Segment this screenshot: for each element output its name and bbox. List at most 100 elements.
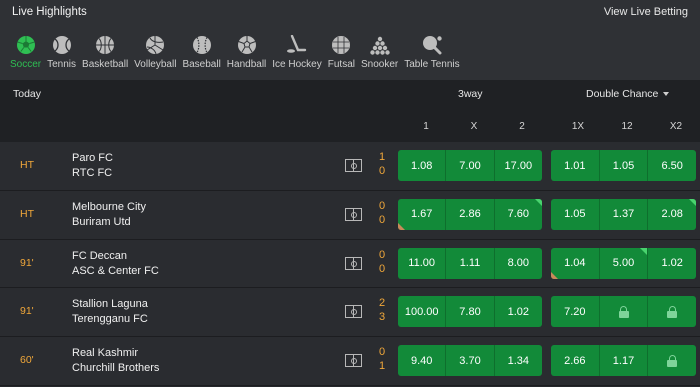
odds-x-button[interactable]: 3.70: [446, 345, 495, 377]
odds-value: 8.00: [507, 257, 530, 270]
sport-tab-table-tennis[interactable]: Table Tennis: [404, 24, 460, 70]
odds-value: 9.40: [410, 354, 433, 367]
sport-tab-soccer[interactable]: Soccer: [10, 24, 41, 70]
match-row: HT Melbourne City Buriram Utd 0 0 1.67 2.86 7.6…: [0, 190, 700, 240]
match-time: 91': [20, 256, 34, 269]
odds-1x-button[interactable]: 1.04: [551, 247, 600, 279]
sport-tab-futsal[interactable]: Futsal: [328, 24, 355, 70]
home-score: 0: [378, 346, 386, 359]
col-header-x2: X2: [669, 121, 683, 132]
sport-tab-label: Tennis: [47, 59, 77, 70]
odds-value: 1.37: [612, 208, 635, 221]
odds-x-button[interactable]: 2.86: [446, 198, 495, 230]
odds-x2-button[interactable]: 1.02: [648, 247, 696, 279]
home-team[interactable]: Paro FC: [72, 152, 113, 164]
volleyball-icon: [144, 34, 166, 56]
double-chance-dropdown[interactable]: Double Chance: [586, 88, 670, 100]
match-time: 60': [20, 354, 34, 367]
odds-value: 7.00: [459, 159, 481, 172]
odds-12-button[interactable]: 1.17: [599, 345, 649, 377]
home-team[interactable]: Stallion Laguna: [72, 298, 148, 310]
home-score: 0: [378, 248, 386, 261]
sport-tab-label: Volleyball: [134, 59, 177, 70]
away-team[interactable]: ASC & Center FC: [72, 265, 159, 277]
three-way-odds: 100.00 7.80 1.02: [398, 296, 542, 328]
sport-tab-basketball[interactable]: Basketball: [82, 24, 128, 70]
view-live-betting-link[interactable]: View Live Betting: [604, 6, 688, 18]
odds-1-button[interactable]: 100.00: [398, 296, 447, 328]
sport-tab-tennis[interactable]: Tennis: [47, 24, 76, 70]
odds-2-button[interactable]: 8.00: [494, 247, 542, 279]
odds-12-button[interactable]: 1.37: [599, 198, 649, 230]
home-team[interactable]: Real Kashmir: [72, 347, 138, 359]
home-team[interactable]: Melbourne City: [72, 201, 146, 213]
odds-value: 100.00: [404, 305, 439, 318]
away-score: 0: [378, 165, 386, 177]
odds-x2-button[interactable]: [648, 345, 696, 377]
away-team[interactable]: Terengganu FC: [72, 313, 148, 325]
three-way-odds: 1.67 2.86 7.60: [398, 198, 542, 230]
sport-tab-handball[interactable]: Handball: [227, 24, 266, 70]
away-team[interactable]: RTC FC: [72, 167, 112, 179]
odds-1-button[interactable]: 1.67: [398, 198, 447, 230]
odds-x2-button[interactable]: 2.08: [648, 198, 696, 230]
match-tracker-icon[interactable]: [345, 159, 362, 172]
away-score: 0: [378, 262, 386, 275]
match-tracker-icon[interactable]: [345, 207, 362, 221]
odds-x2-button[interactable]: [648, 296, 696, 328]
odds-1-button[interactable]: 1.08: [398, 150, 447, 181]
baseball-icon: [191, 34, 213, 56]
odds-12-button[interactable]: [599, 296, 649, 328]
match-row: 60' Real Kashmir Churchill Brothers 0 1 9.40 3…: [0, 337, 700, 386]
odds-value: 1.67: [410, 208, 433, 221]
match-row: 91' Stallion Laguna Terengganu FC 2 3 100.00 7…: [0, 288, 700, 338]
sport-tab-baseball[interactable]: Baseball: [182, 24, 221, 70]
odds-value: 11.00: [408, 257, 436, 270]
odds-1x-button[interactable]: 1.05: [551, 198, 600, 230]
match-tracker-icon[interactable]: [345, 305, 362, 319]
odds-x-button[interactable]: 1.11: [446, 247, 495, 279]
market-header: Today 3way Double Chance: [0, 80, 700, 108]
odds-value: 7.80: [459, 305, 481, 318]
odds-value: 1.02: [507, 305, 530, 318]
odds-1x-button[interactable]: 7.20: [551, 296, 600, 328]
col-header-2: 2: [519, 121, 525, 132]
odds-2-button[interactable]: 7.60: [494, 198, 542, 230]
odds-2-button[interactable]: 1.34: [494, 345, 542, 377]
odds-value: 1.04: [564, 257, 586, 270]
odds-2-button[interactable]: 17.00: [494, 150, 542, 181]
today-label: Today: [13, 88, 42, 100]
match-time: 91': [20, 305, 34, 318]
home-score: 0: [378, 199, 386, 212]
odds-value: 3.70: [459, 354, 481, 367]
sport-tab-snooker[interactable]: Snooker: [361, 24, 398, 70]
odds-value: 1.34: [507, 354, 530, 367]
odds-value: 1.02: [661, 257, 683, 270]
match-tracker-icon[interactable]: [345, 256, 362, 270]
odds-value: 2.86: [459, 208, 481, 221]
away-team[interactable]: Churchill Brothers: [72, 362, 159, 374]
odds-1x-button[interactable]: 2.66: [551, 345, 600, 377]
sport-tab-ice-hockey[interactable]: Ice Hockey: [272, 24, 322, 70]
match-tracker-icon[interactable]: [345, 354, 362, 368]
match-row: HT Paro FC RTC FC 1 0 1.08 7.00 17.00 1.01 1.05 6.…: [0, 142, 700, 191]
odds-value: 1.01: [564, 159, 586, 172]
basketball-icon: [94, 34, 116, 56]
odds-12-button[interactable]: 5.00: [599, 247, 649, 279]
sport-tab-volleyball[interactable]: Volleyball: [134, 24, 176, 70]
sport-tab-label: Snooker: [360, 59, 399, 70]
col-header-x: X: [470, 121, 478, 132]
odds-x-button[interactable]: 7.00: [446, 150, 495, 181]
odds-1x-button[interactable]: 1.01: [551, 150, 600, 181]
three-way-odds: 1.08 7.00 17.00: [398, 150, 542, 181]
odds-value: 1.08: [410, 159, 433, 172]
home-team[interactable]: FC Deccan: [72, 250, 127, 262]
odds-x-button[interactable]: 7.80: [446, 296, 495, 328]
odds-value: 1.11: [459, 257, 481, 270]
away-team[interactable]: Buriram Utd: [72, 216, 131, 228]
odds-1-button[interactable]: 9.40: [398, 345, 447, 377]
odds-12-button[interactable]: 1.05: [599, 150, 649, 181]
odds-x2-button[interactable]: 6.50: [648, 150, 696, 181]
odds-1-button[interactable]: 11.00: [398, 247, 447, 279]
odds-2-button[interactable]: 1.02: [494, 296, 542, 328]
